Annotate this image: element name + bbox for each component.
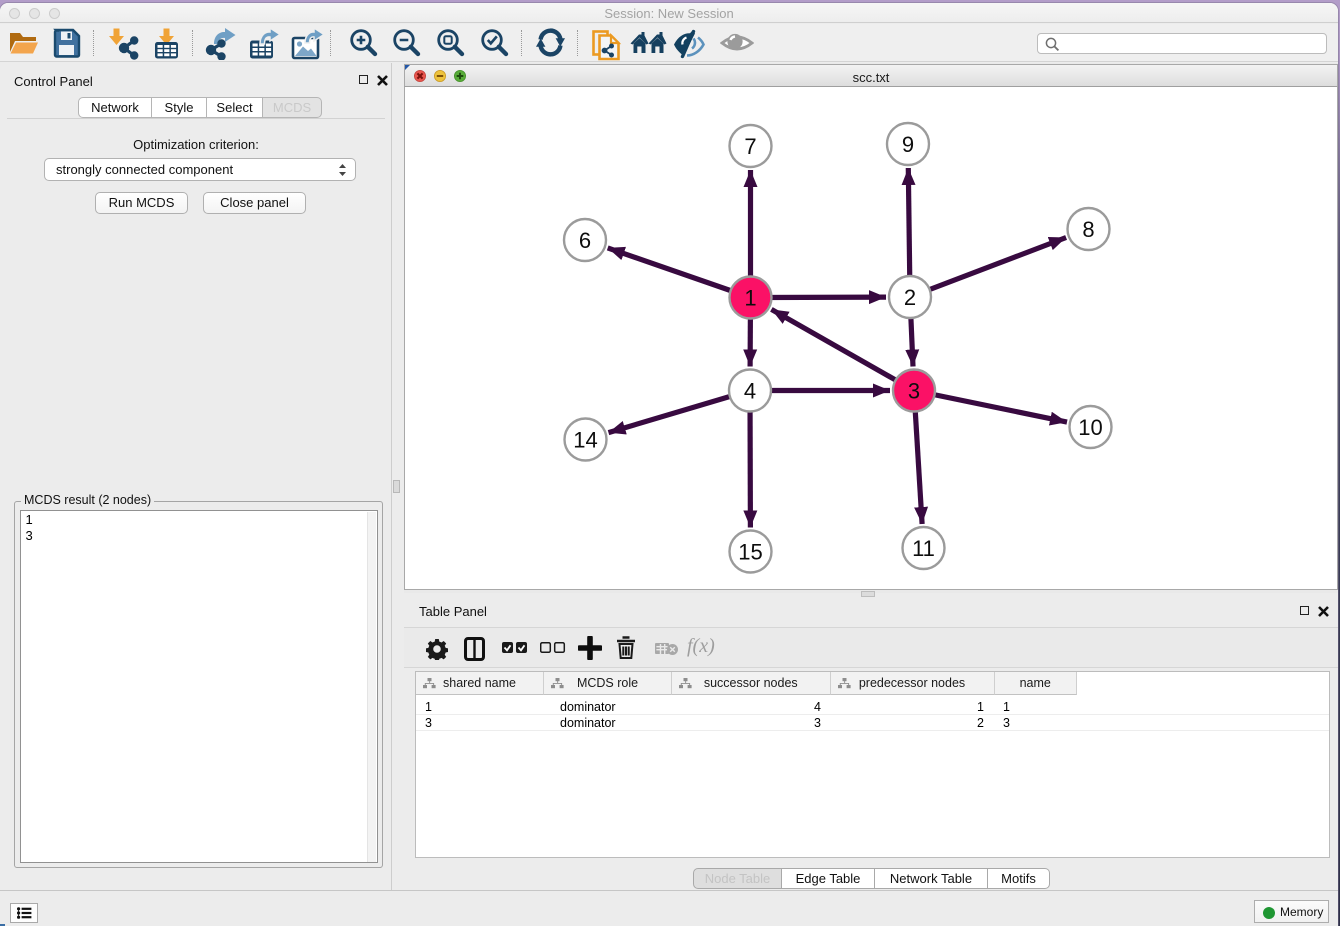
svg-text:1: 1 [744,286,756,311]
svg-text:6: 6 [579,228,591,253]
svg-text:3: 3 [908,379,920,404]
svg-text:9: 9 [902,132,914,157]
svg-text:4: 4 [744,379,756,404]
svg-text:14: 14 [573,428,597,453]
svg-text:11: 11 [912,536,935,561]
svg-text:8: 8 [1082,217,1094,242]
svg-text:10: 10 [1078,415,1102,440]
svg-text:7: 7 [744,134,756,159]
svg-text:15: 15 [738,540,762,565]
svg-text:2: 2 [904,285,916,310]
